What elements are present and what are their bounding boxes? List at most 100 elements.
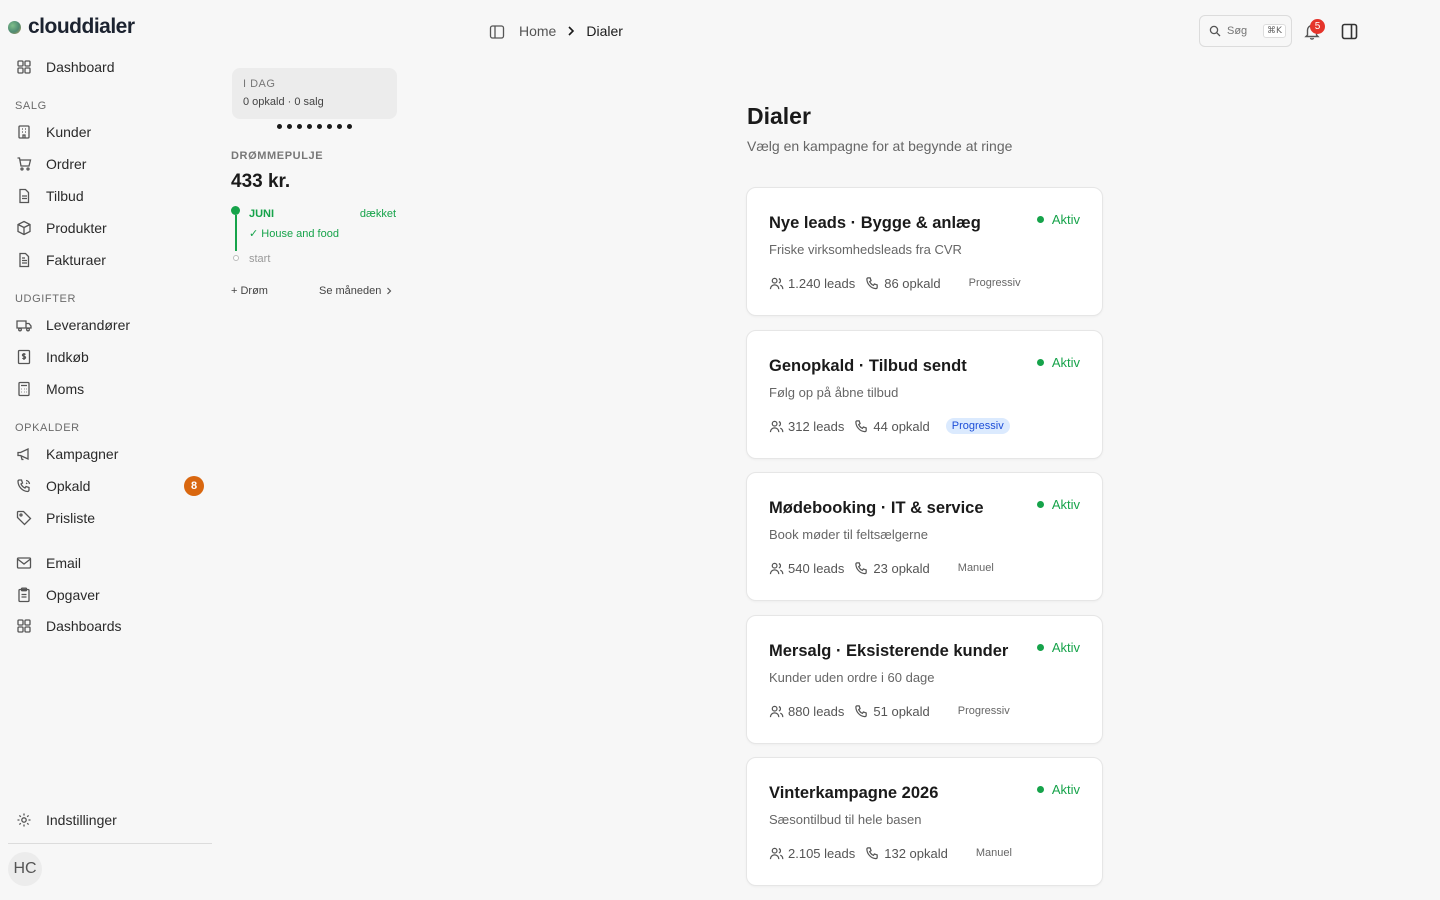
app-logo[interactable]: clouddialer [8,14,135,40]
sidebar-item-label: Kunder [46,124,92,140]
campaign-status-label: Aktiv [1051,497,1080,512]
campaign-status-label: Aktiv [1051,640,1080,655]
campaign-calls: 44 opkald [854,418,930,434]
user-avatar[interactable]: HC [8,852,42,886]
phone-icon [855,561,868,574]
breadcrumb-home[interactable]: Home [519,23,556,39]
sidebar-item-dashboards[interactable]: Dashboards [8,612,212,640]
carousel-dot[interactable] [307,124,312,129]
grid-icon [17,60,31,74]
users-icon [769,705,784,717]
sidebar-item-label: Moms [46,381,85,397]
campaign-meta: 1.240 leads 86 opkald Progressiv [769,275,1027,291]
campaign-name: Vinterkampagne 2026 [769,784,939,802]
sidebar-item-email[interactable]: Email [8,549,212,577]
users-icon [769,847,784,859]
carousel-dot[interactable] [337,124,342,129]
campaign-mode-tag: Progressiv [957,705,1010,717]
campaign-mode-tag: Manuel [975,847,1012,859]
campaign-meta: 312 leads 44 opkald Progressiv [769,418,1010,434]
truck-icon [16,320,32,332]
campaign-calls-count: 44 opkald [873,418,930,434]
sidebar-item-moms[interactable]: Moms [8,375,212,403]
campaign-card[interactable]: Genopkald · Tilbud sendt Følg op på åbne … [746,330,1103,459]
campaign-name: Nye leads · Bygge & anlæg [769,214,981,232]
chevron-right-icon [387,287,392,295]
chevron-right-icon [568,26,575,36]
campaign-calls-count: 23 opkald [873,560,930,576]
search-input[interactable] [1227,25,1257,37]
campaign-status-label: Aktiv [1051,212,1080,227]
building-icon [18,125,30,139]
sidebar-item-label: Dashboards [46,618,122,634]
campaign-card[interactable]: Vinterkampagne 2026 Sæsontilbud til hele … [746,757,1103,886]
campaign-status: Aktiv [1036,640,1080,655]
campaign-leads-count: 312 leads [788,418,845,434]
campaign-leads: 312 leads [769,419,844,434]
add-dream-button[interactable]: + Drøm [231,285,268,297]
status-dot-icon [1036,786,1044,793]
sidebar-item-tilbud[interactable]: Tilbud [8,182,212,210]
timeline-start-dot [233,255,239,261]
campaign-card[interactable]: Nye leads · Bygge & anlæg Friske virksomh… [746,187,1103,316]
users-icon [769,420,784,432]
sidebar-item-label: Ordrer [46,156,87,172]
carousel-dots[interactable] [232,124,397,129]
dream-pool-amount: 433 kr. [231,171,291,192]
sidebar-item-prisliste[interactable]: Prisliste [8,504,212,532]
carousel-dot[interactable] [297,124,302,129]
sidebar-item-label: Email [46,555,82,571]
timeline-start-label: start [249,253,271,265]
sidebar-item-label: Dashboard [46,59,115,75]
sidebar-item-label: Prisliste [46,510,96,526]
sidebar-item-settings[interactable]: Indstillinger [8,806,212,834]
status-dot-icon [1036,501,1044,508]
campaign-card[interactable]: Mødebooking · IT & service Book møder til… [746,472,1103,601]
mail-icon [16,557,32,569]
status-dot-icon [1036,359,1044,366]
campaign-status: Aktiv [1036,212,1080,227]
sidebar-toggle-icon[interactable] [489,24,505,40]
sidebar-item-label: Produkter [46,220,107,236]
sidebar-item-ordrer[interactable]: Ordrer [8,150,212,178]
status-dot-icon [1036,216,1044,223]
campaign-name: Mødebooking · IT & service [769,499,984,517]
carousel-dot[interactable] [287,124,292,129]
campaign-leads-count: 880 leads [788,703,845,719]
sidebar-item-opkald[interactable]: Opkald 8 [8,472,212,500]
campaign-calls: 86 opkald [865,276,941,291]
campaign-leads-count: 540 leads [788,560,845,576]
campaign-card[interactable]: Mersalg · Eksisterende kunder Kunder uden… [746,615,1103,744]
campaign-calls: 51 opkald [854,703,930,719]
carousel-dot[interactable] [317,124,322,129]
campaign-description: Book møder til feltsælgerne [769,527,928,542]
sidebar-item-kampagner[interactable]: Kampagner [8,440,212,468]
page-subtitle: Vælg en kampagne for at begynde at ringe [747,138,1013,154]
sidebar-item-opgaver[interactable]: Opgaver [8,581,212,609]
campaign-leads-count: 1.240 leads [788,275,856,291]
search-box[interactable]: ⌘K [1199,15,1292,47]
sidebar: clouddialer Dashboard SALG Kunder Ordrer… [0,0,220,900]
today-card[interactable]: I DAG 0 opkald · 0 salg [232,68,397,119]
carousel-dot[interactable] [277,124,282,129]
carousel-dot[interactable] [347,124,352,129]
sidebar-item-label: Fakturaer [46,252,106,268]
sidebar-item-label: Indkøb [46,349,89,365]
sidebar-item-fakturaer[interactable]: Fakturaer [8,246,212,274]
sidebar-section-title: SALG [15,100,47,112]
carousel-dot[interactable] [327,124,332,129]
megaphone-icon [17,447,29,461]
sidebar-item-dashboard[interactable]: Dashboard [8,53,212,81]
campaign-calls-count: 51 opkald [873,703,930,719]
sidebar-item-leverandorer[interactable]: Leverandører [8,311,212,339]
campaign-calls: 132 opkald [865,846,948,861]
dream-pool-label: DRØMMEPULJE [231,150,324,162]
sidebar-item-indkob[interactable]: Indkøb [8,343,212,371]
right-panel-toggle-icon[interactable] [1341,23,1358,40]
phone-call-icon [17,479,31,493]
phone-icon [855,419,868,432]
sidebar-item-kunder[interactable]: Kunder [8,118,212,146]
see-month-link[interactable]: Se måneden [319,285,393,297]
sidebar-item-produkter[interactable]: Produkter [8,214,212,242]
campaign-status-label: Aktiv [1051,355,1080,370]
